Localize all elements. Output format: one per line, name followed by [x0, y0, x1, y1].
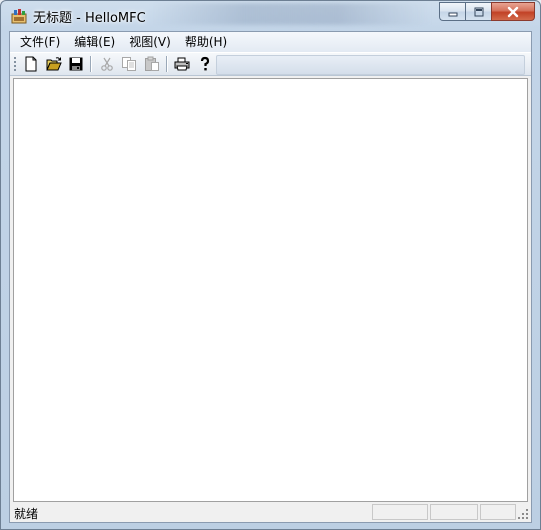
help-icon [200, 56, 209, 71]
toolbar-separator [166, 56, 168, 72]
paste-button[interactable] [140, 53, 163, 75]
status-pane-num [430, 504, 478, 520]
window-title: 无标题 - HelloMFC [33, 11, 146, 26]
menu-view[interactable]: 视图(V) [122, 32, 178, 52]
toolbar-gripper[interactable] [13, 56, 17, 72]
close-icon [507, 6, 519, 17]
mfc-app-icon [11, 9, 27, 24]
minimize-button[interactable] [439, 2, 465, 21]
menu-bar: 文件(F) 编辑(E) 视图(V) 帮助(H) [10, 32, 531, 52]
copy-icon [122, 57, 137, 71]
status-pane-caps [372, 504, 428, 520]
document-view[interactable] [13, 78, 528, 502]
maximize-icon [474, 7, 483, 16]
client-area: 文件(F) 编辑(E) 视图(V) 帮助(H) 就绪 [9, 31, 532, 523]
status-bar: 就绪 [10, 502, 531, 522]
status-pane-scrl [480, 504, 516, 520]
cut-button[interactable] [95, 53, 118, 75]
toolbar [10, 52, 531, 76]
copy-button[interactable] [118, 53, 141, 75]
open-button[interactable] [42, 53, 65, 75]
resize-grip-icon[interactable] [518, 509, 529, 520]
title-bar[interactable]: 无标题 - HelloMFC [1, 1, 540, 31]
close-button[interactable] [491, 2, 535, 21]
help-button[interactable] [194, 53, 217, 75]
menu-help[interactable]: 帮助(H) [178, 32, 234, 52]
paste-icon [144, 56, 159, 71]
save-button[interactable] [65, 53, 88, 75]
toolbar-separator [90, 56, 93, 72]
new-file-icon [25, 56, 37, 72]
menu-edit[interactable]: 编辑(E) [67, 32, 122, 52]
maximize-button[interactable] [465, 2, 491, 21]
minimize-icon [448, 12, 457, 16]
print-button[interactable] [171, 53, 194, 75]
main-window: 无标题 - HelloMFC 文件(F) 编辑(E) 视图(V) 帮助(H) 就… [0, 0, 541, 530]
menu-file[interactable]: 文件(F) [13, 32, 67, 52]
toolbar-empty-area [216, 55, 525, 75]
open-folder-icon [45, 57, 62, 71]
status-text: 就绪 [14, 507, 39, 521]
print-icon [174, 57, 190, 71]
caption-buttons [439, 2, 535, 21]
new-button[interactable] [20, 53, 43, 75]
save-icon [69, 57, 83, 71]
cut-icon [100, 57, 113, 71]
